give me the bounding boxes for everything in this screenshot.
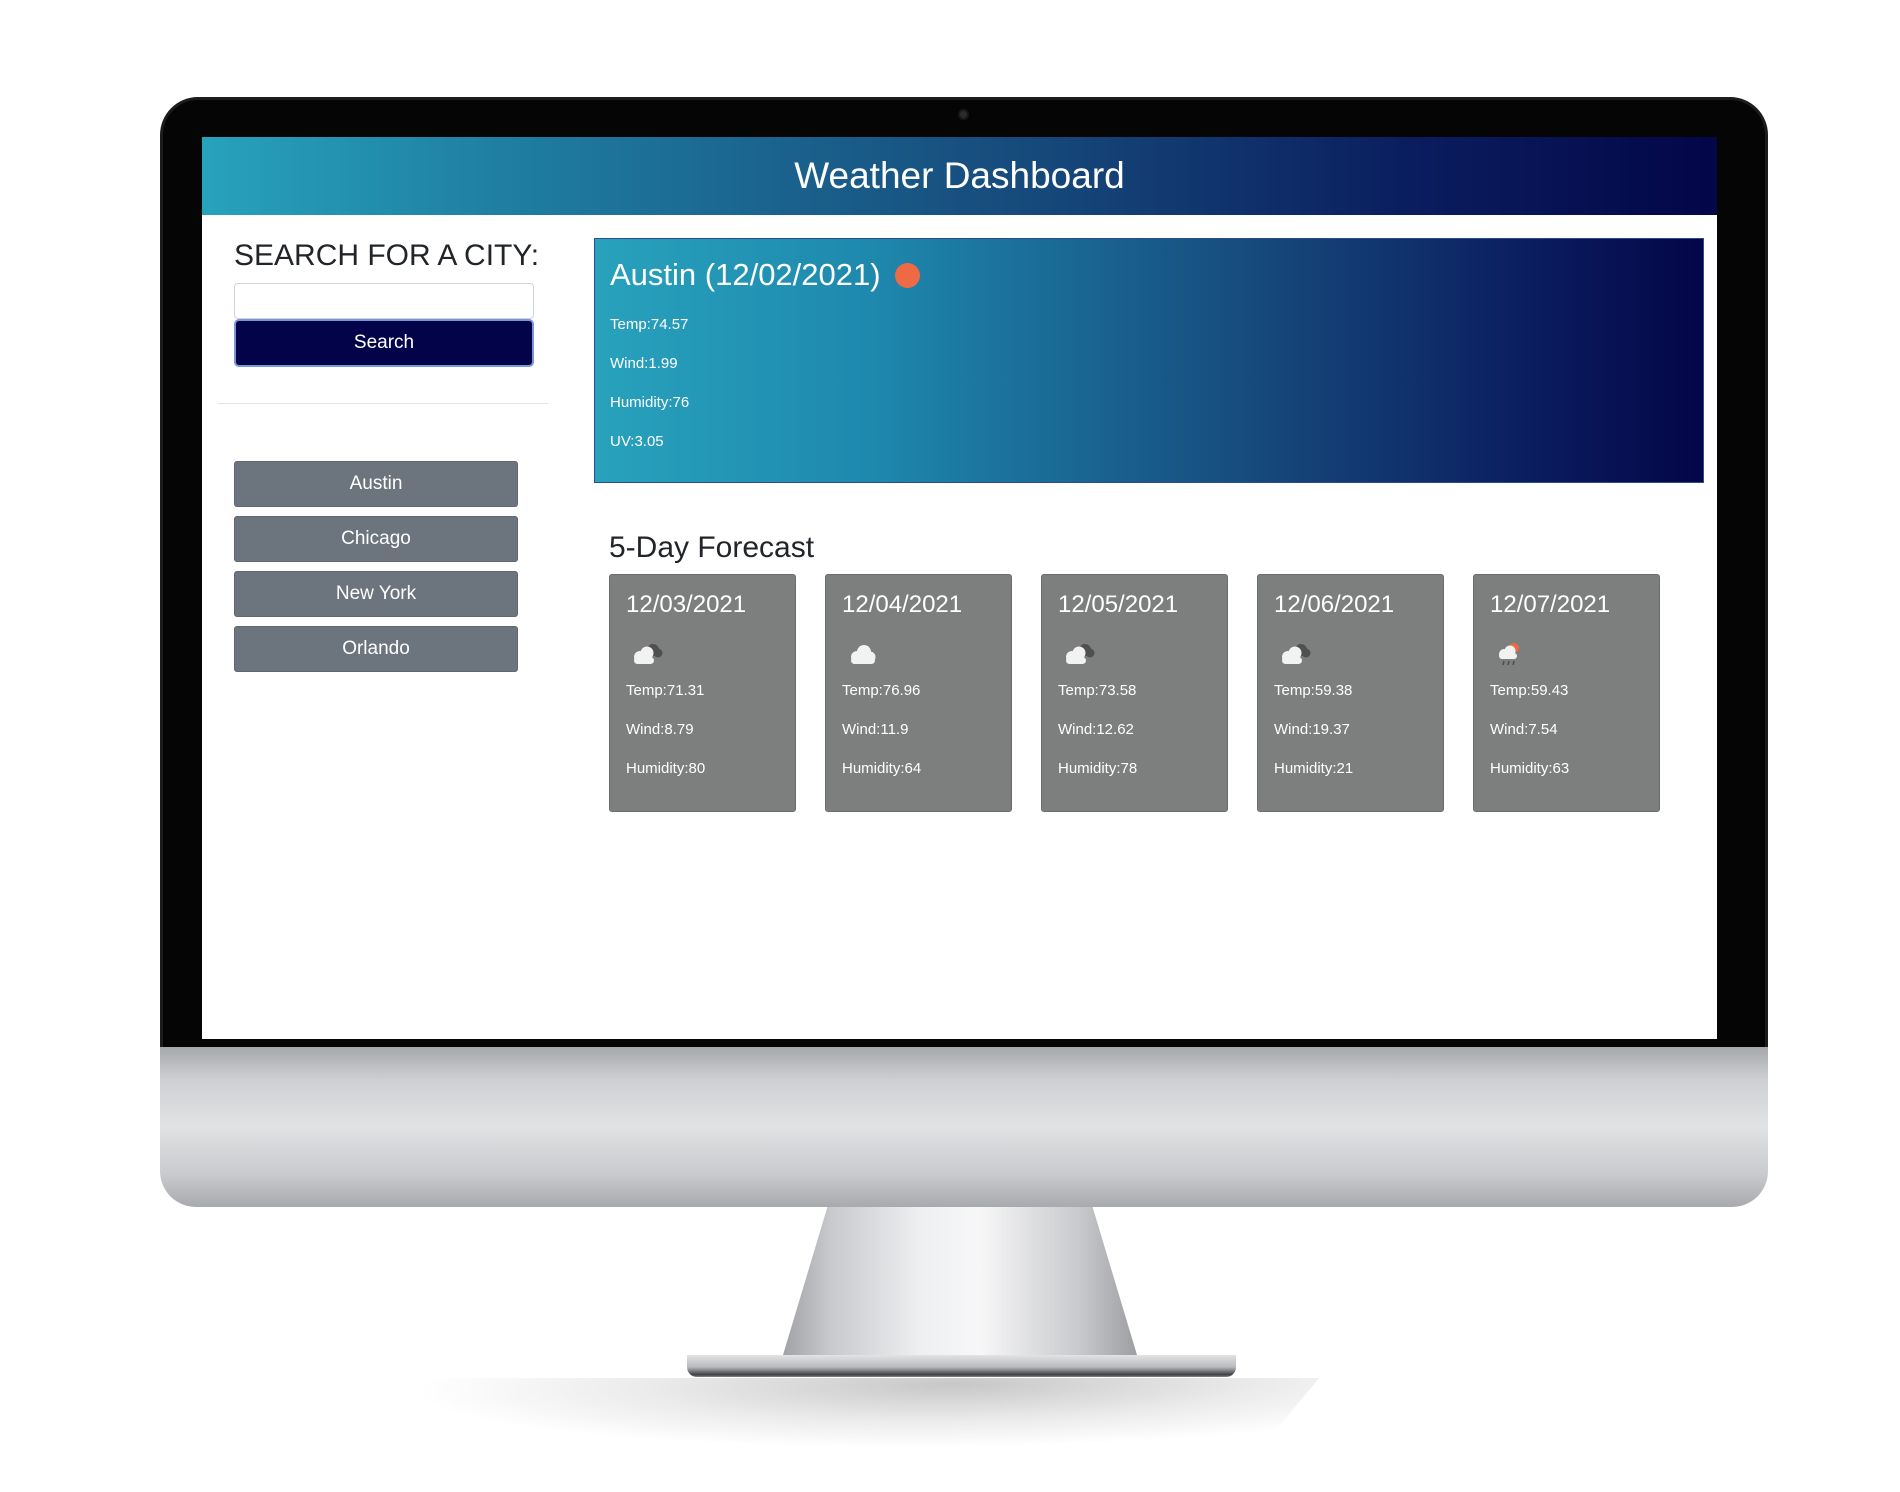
forecast-temp: Temp:59.43 <box>1490 682 1569 699</box>
forecast-card: 12/04/2021 Temp:76.96 Wind:11.9 Humidity… <box>825 574 1012 812</box>
search-button[interactable]: Search <box>234 319 534 367</box>
forecast-row: 12/03/2021 Temp:71.31 Wind:8.79 Humidity… <box>609 574 1669 814</box>
broken-clouds-icon <box>1282 644 1311 664</box>
search-heading: SEARCH FOR A CITY: <box>234 239 540 272</box>
app-header: Weather Dashboard <box>202 137 1717 215</box>
forecast-date: 12/07/2021 <box>1490 591 1611 618</box>
forecast-temp: Temp:73.58 <box>1058 682 1137 699</box>
monitor-stand-base <box>687 1355 1236 1377</box>
forecast-humidity: Humidity:64 <box>842 760 922 777</box>
city-button-new-york[interactable]: New York <box>234 571 518 617</box>
forecast-card: 12/06/2021 Temp:59.38 Wind:19.37 Humidit… <box>1257 574 1444 812</box>
forecast-card: 12/03/2021 Temp:71.31 Wind:8.79 Humidity… <box>609 574 796 812</box>
camera-icon <box>958 109 969 120</box>
forecast-temp: Temp:59.38 <box>1274 682 1353 699</box>
forecast-wind: Wind:8.79 <box>626 721 694 738</box>
forecast-temp: Temp:76.96 <box>842 682 921 699</box>
forecast-card: 12/05/2021 Temp:73.58 Wind:12.62 Humidit… <box>1041 574 1228 812</box>
current-humidity: Humidity:76 <box>610 394 690 411</box>
cloud-icon <box>851 645 876 664</box>
forecast-wind: Wind:12.62 <box>1058 721 1134 738</box>
forecast-date: 12/05/2021 <box>1058 591 1179 618</box>
current-city-date: Austin (12/02/2021) <box>610 257 881 292</box>
monitor-shadow <box>360 1378 1320 1448</box>
forecast-heading: 5-Day Forecast <box>609 531 815 564</box>
current-wind: Wind:1.99 <box>610 355 678 372</box>
forecast-wind: Wind:7.54 <box>1490 721 1558 738</box>
sidebar-divider <box>218 403 548 404</box>
current-temp: Temp:74.57 <box>610 316 689 333</box>
city-button-chicago[interactable]: Chicago <box>234 516 518 562</box>
city-search-input[interactable] <box>234 283 534 319</box>
forecast-wind: Wind:11.9 <box>842 721 909 738</box>
monitor-stand <box>780 1205 1140 1365</box>
forecast-date: 12/03/2021 <box>626 591 747 618</box>
forecast-humidity: Humidity:80 <box>626 760 706 777</box>
app-title: Weather Dashboard <box>794 155 1125 196</box>
monitor-chin <box>160 1045 1768 1207</box>
forecast-wind: Wind:19.37 <box>1274 721 1350 738</box>
forecast-humidity: Humidity:78 <box>1058 760 1138 777</box>
app-screen: Weather Dashboard SEARCH FOR A CITY: Sea… <box>202 137 1717 1039</box>
forecast-card: 12/07/2021 Temp:59.43 Wind:7.54 Humidity… <box>1473 574 1660 812</box>
current-weather-title: Austin (12/02/2021) <box>610 257 920 293</box>
city-button-orlando[interactable]: Orlando <box>234 626 518 672</box>
city-history-list: Austin Chicago New York Orlando <box>234 461 518 681</box>
broken-clouds-icon <box>1066 644 1095 664</box>
forecast-date: 12/04/2021 <box>842 591 963 618</box>
forecast-temp: Temp:71.31 <box>626 682 705 699</box>
sun-icon <box>894 262 920 288</box>
broken-clouds-icon <box>634 644 663 664</box>
forecast-date: 12/06/2021 <box>1274 591 1395 618</box>
city-button-austin[interactable]: Austin <box>234 461 518 507</box>
forecast-humidity: Humidity:63 <box>1490 760 1570 777</box>
rain-icon <box>1499 643 1519 666</box>
current-uv: UV:3.05 <box>610 433 664 450</box>
current-weather-card: Austin (12/02/2021) Temp:74.57 Wind:1.99… <box>594 238 1704 483</box>
forecast-humidity: Humidity:21 <box>1274 760 1354 777</box>
